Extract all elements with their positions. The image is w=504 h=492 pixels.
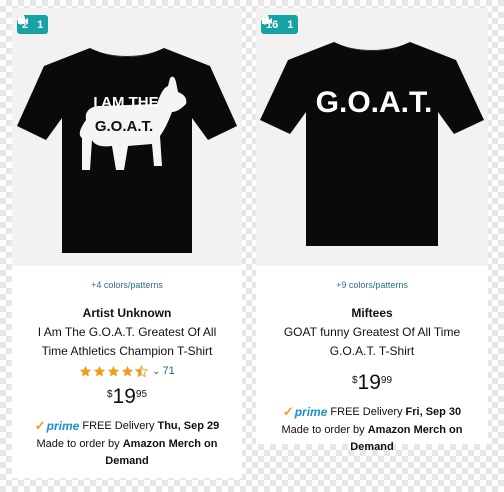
prime-word: prime (294, 405, 328, 419)
made-to-order-vendor: Amazon Merch on Demand (105, 438, 218, 467)
made-to-order: Made to order by Amazon Merch on Demand (12, 436, 242, 470)
star-icon (107, 365, 120, 377)
price-fraction: 95 (135, 389, 148, 400)
product-title[interactable]: I Am The G.O.A.T. Greatest Of All Time A… (12, 323, 242, 361)
prime-word: prime (46, 419, 80, 433)
product-title-line[interactable]: GOAT funny Greatest Of All Time (266, 323, 478, 342)
delivery-text: FREE Delivery (330, 406, 403, 418)
shirt-print-line1: G.O.A.T. (316, 86, 433, 119)
made-to-order-prefix: Made to order by (36, 438, 120, 450)
delivery-info: ✓ prime FREE Delivery Fri, Sep 30 (256, 404, 488, 420)
product-image[interactable]: I AM THE G.O.A.T. 2 1 (12, 8, 242, 266)
colors-patterns-link[interactable]: +4 colors/patterns (12, 280, 242, 292)
product-card[interactable]: I AM THE G.O.A.T. 2 1 +4 colors/patterns… (12, 8, 242, 478)
made-to-order-vendor: Amazon Merch on Demand (350, 424, 463, 453)
made-to-order-prefix: Made to order by (281, 424, 365, 436)
video-count: 1 (287, 18, 294, 31)
prime-check-icon: ✓ (282, 404, 294, 419)
star-icon (93, 365, 106, 377)
prime-logo: ✓ prime (283, 404, 328, 420)
video-count: 1 (37, 18, 44, 31)
price-whole: 19 (112, 385, 136, 408)
product-card[interactable]: G.O.A.T. 16 1 +9 colors/patterns Miftees… (256, 8, 488, 453)
brand-name[interactable]: Artist Unknown (12, 306, 242, 320)
prime-logo: ✓ prime (35, 418, 80, 434)
delivery-text: FREE Delivery (82, 420, 155, 432)
camera-icon (262, 15, 272, 24)
product-title-line[interactable]: Time Athletics Champion T-Shirt (22, 342, 232, 361)
colors-patterns-link[interactable]: +9 colors/patterns (256, 280, 488, 292)
chevron-down-icon[interactable]: ⌄ (152, 366, 160, 377)
made-to-order: Made to order by Amazon Merch on Demand (256, 422, 488, 456)
brand-name[interactable]: Miftees (256, 306, 488, 320)
price-whole: 19 (357, 371, 381, 394)
delivery-date: Fri, Sep 30 (405, 406, 462, 418)
media-count-badge: 2 1 (17, 15, 49, 34)
product-title[interactable]: GOAT funny Greatest Of All Time G.O.A.T.… (256, 323, 488, 361)
price-fraction: 99 (380, 375, 393, 386)
product-title-line[interactable]: G.O.A.T. T-Shirt (266, 342, 478, 361)
price: $ 19 95 (12, 386, 242, 408)
delivery-date: Thu, Sep 29 (157, 420, 220, 432)
delivery-info: ✓ prime FREE Delivery Thu, Sep 29 (12, 418, 242, 434)
star-rating (79, 364, 149, 378)
media-count-badge: 16 1 (261, 15, 299, 34)
rating-count[interactable]: 71 (163, 365, 175, 377)
star-icon (79, 365, 92, 377)
shirt-print-line2: G.O.A.T. (95, 118, 153, 135)
tshirt-graphic (260, 42, 484, 246)
camera-icon (18, 15, 28, 24)
star-icon (121, 365, 134, 377)
product-image[interactable]: G.O.A.T. 16 1 (256, 8, 488, 266)
price: $ 19 99 (256, 372, 488, 394)
shirt-print-line1: I AM THE (93, 94, 158, 111)
rating[interactable]: ⌄ 71 (12, 364, 242, 378)
prime-check-icon: ✓ (34, 418, 46, 433)
product-title-line[interactable]: I Am The G.O.A.T. Greatest Of All (22, 323, 232, 342)
half-star-icon (135, 364, 149, 377)
